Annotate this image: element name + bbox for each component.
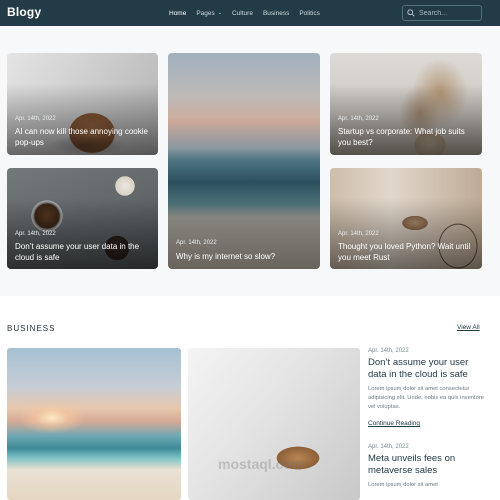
brand-logo[interactable]: Blogy [7,5,41,19]
hero-card-startup[interactable]: Apr. 14th, 2022 Startup vs corporate: Wh… [330,53,482,155]
nav-item-label: Home [169,9,187,17]
nav-item-label: Business [262,9,290,17]
post-title[interactable]: AI can now kill those annoying cookie po… [15,127,150,148]
continue-reading-link[interactable]: Continue Reading [368,420,420,427]
nav-item-label: Politics [299,9,320,17]
post-date: Apr. 14th, 2022 [338,231,379,237]
post-excerpt: Lorem ipsum dolor sit amet consectetur a… [368,386,485,410]
business-secondary-image[interactable] [188,348,360,500]
search-icon [407,9,415,17]
top-navbar: Blogy Home Pages ⌄ Culture Business Poli… [0,0,500,26]
post-excerpt: Lorem ipsum dolor sit amet [368,482,438,488]
post-date: Apr. 14th, 2022 [368,444,409,450]
search-box[interactable] [402,5,482,21]
post-title[interactable]: Why is my internet so slow? [176,252,312,263]
post-title[interactable]: Don’t assume your user data in the cloud… [368,357,488,380]
post-date: Apr. 14th, 2022 [368,348,409,354]
nav-item-culture[interactable]: Culture [232,10,253,17]
post-title[interactable]: Startup vs corporate: What job suits you… [338,127,474,148]
post-title[interactable]: Don’t assume your user data in the cloud… [15,242,150,263]
watermark: mostaql.com [218,456,305,472]
hero-card-rust[interactable]: Apr. 14th, 2022 Thought you loved Python… [330,168,482,269]
post-title[interactable]: Thought you loved Python? Wait until you… [338,242,474,263]
view-all-link[interactable]: View All [457,324,480,331]
business-feature-image[interactable] [7,348,181,500]
main-nav: Home Pages ⌄ Culture Business Politics [169,0,330,26]
nav-item-label: Pages [196,9,215,17]
hero-card-cookies[interactable]: Apr. 14th, 2022 AI can now kill those an… [7,53,158,155]
nav-item-label: Culture [231,9,253,17]
post-title[interactable]: Meta unveils fees on metaverse sales [368,453,488,476]
post-date: Apr. 14th, 2022 [15,116,56,122]
hero-section: Apr. 14th, 2022 AI can now kill those an… [0,26,500,296]
post-date: Apr. 14th, 2022 [15,231,56,237]
hero-card-cloud[interactable]: Apr. 14th, 2022 Don’t assume your user d… [7,168,158,269]
business-post-meta: Apr. 14th, 2022 Meta unveils fees on met… [368,444,488,490]
chevron-down-icon: ⌄ [217,10,222,16]
nav-item-pages[interactable]: Pages ⌄ [196,10,222,17]
nav-item-business[interactable]: Business [263,10,289,17]
business-post-cloud: Apr. 14th, 2022 Don’t assume your user d… [368,348,488,430]
search-input[interactable] [419,9,479,17]
post-date: Apr. 14th, 2022 [176,240,217,246]
nav-item-politics[interactable]: Politics [299,10,320,17]
post-date: Apr. 14th, 2022 [338,116,379,122]
nav-item-home[interactable]: Home [169,10,186,17]
hero-card-internet[interactable]: Apr. 14th, 2022 Why is my internet so sl… [168,53,320,269]
section-title-business: BUSINESS [7,324,56,333]
